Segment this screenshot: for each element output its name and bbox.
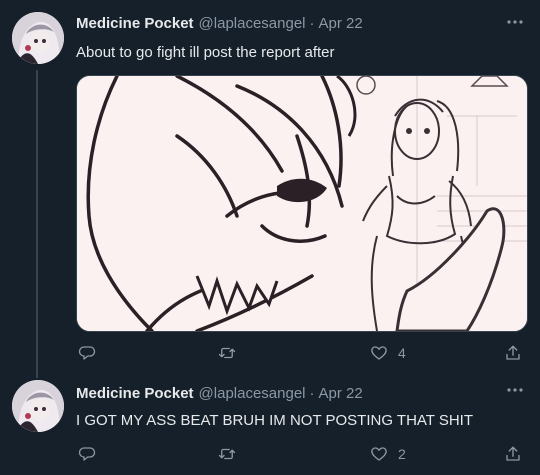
retweet-button[interactable]	[218, 443, 236, 465]
tweet-2[interactable]: Medicine Pocket @laplacesangel · Apr 22 …	[0, 370, 540, 475]
separator-dot: ·	[309, 14, 315, 32]
reply-icon	[78, 447, 96, 461]
tweet-1[interactable]: Medicine Pocket @laplacesangel · Apr 22 …	[0, 0, 540, 378]
author-name[interactable]: Medicine Pocket	[76, 385, 194, 402]
tweet-header: Medicine Pocket @laplacesangel · Apr 22	[76, 12, 363, 34]
author-name[interactable]: Medicine Pocket	[76, 15, 194, 32]
heart-icon	[371, 346, 387, 360]
reply-icon	[78, 346, 96, 360]
tweet-actions: 2	[76, 443, 526, 465]
reply-button[interactable]	[78, 443, 96, 465]
avatar-image	[12, 12, 64, 64]
tweet-header: Medicine Pocket @laplacesangel · Apr 22	[76, 382, 363, 404]
thread-line	[36, 70, 38, 378]
tweet-media-image[interactable]	[76, 75, 528, 332]
avatar[interactable]	[12, 380, 64, 432]
tweet-date[interactable]: Apr 22	[319, 385, 363, 402]
more-icon[interactable]	[504, 381, 526, 399]
separator-dot: ·	[309, 384, 315, 402]
tweet-text: About to go fight ill post the report af…	[76, 44, 335, 61]
retweet-icon	[218, 448, 236, 460]
anime-illustration	[77, 76, 527, 331]
like-button[interactable]: 2	[370, 443, 406, 465]
tweet-actions: 4	[76, 342, 526, 364]
reply-button[interactable]	[78, 342, 96, 364]
share-button[interactable]	[504, 342, 522, 364]
share-icon	[506, 446, 520, 461]
avatar[interactable]	[12, 12, 64, 64]
author-handle[interactable]: @laplacesangel	[199, 385, 306, 402]
tweet-date[interactable]: Apr 22	[319, 15, 363, 32]
share-button[interactable]	[504, 443, 522, 465]
like-count: 2	[398, 446, 406, 462]
avatar-image	[12, 380, 64, 432]
share-icon	[506, 345, 520, 360]
like-button[interactable]: 4	[370, 342, 406, 364]
more-icon[interactable]	[504, 13, 526, 31]
heart-icon	[371, 447, 387, 461]
retweet-button[interactable]	[218, 342, 236, 364]
like-count: 4	[398, 345, 406, 361]
retweet-icon	[218, 347, 236, 359]
author-handle[interactable]: @laplacesangel	[199, 15, 306, 32]
tweet-text: I GOT MY ASS BEAT BRUH IM NOT POSTING TH…	[76, 412, 474, 429]
